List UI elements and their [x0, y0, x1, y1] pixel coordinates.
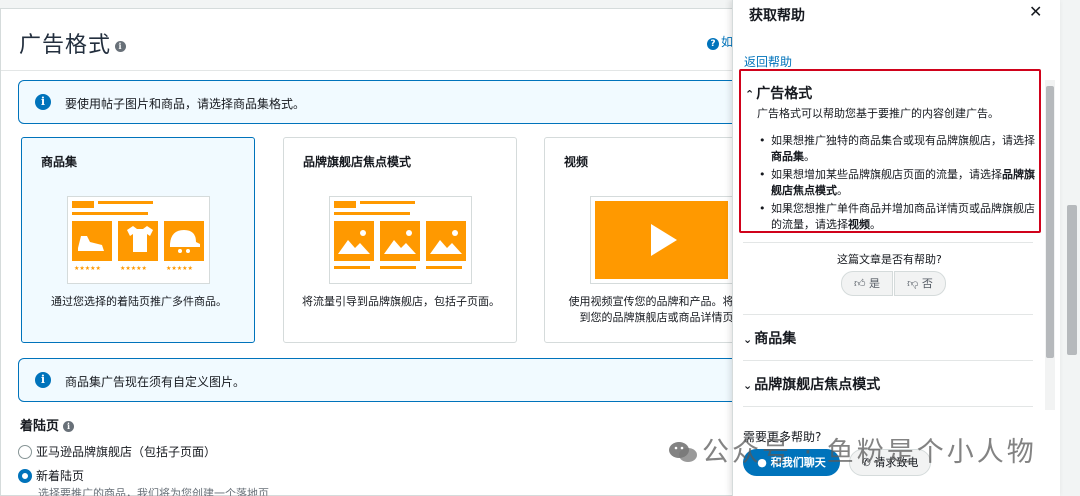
divider — [743, 314, 1033, 315]
help-panel: 获取帮助 ✕ 返回帮助 ⌃ 广告格式 广告格式可以帮助您基于要推广的内容创建广告。… — [732, 0, 1060, 496]
format-title: 视频 — [564, 155, 589, 169]
info-icon[interactable]: i — [63, 421, 75, 432]
radio-new-landing-page[interactable]: 新着陆页 — [18, 467, 84, 484]
divider — [743, 242, 1033, 243]
format-card-product-collection[interactable]: 商品集 ★★★★★ ★★★★★ ★★★★★ 通过您选择的着陆页推广多件商品。 — [21, 137, 255, 343]
help-icon: ? — [707, 38, 719, 50]
help-section-ad-format: ⌃广告格式 广告格式可以帮助您基于要推广的内容创建广告。 如果想推广独特的商品集… — [739, 69, 1041, 233]
svg-text:★★★★★: ★★★★★ — [120, 265, 147, 272]
help-scrollbar-thumb[interactable] — [1046, 86, 1054, 358]
back-to-help-link[interactable]: 返回帮助 — [744, 53, 792, 70]
divider — [743, 406, 1033, 407]
format-description: 通过您选择的着陆页推广多件商品。 — [51, 295, 227, 308]
radio-button[interactable] — [18, 445, 32, 459]
page-scrollbar-thumb[interactable] — [1067, 205, 1077, 355]
video-illustration — [590, 196, 733, 284]
landing-page-label: 着陆页 i — [20, 415, 75, 434]
alert-text: 商品集广告现在须有自定义图片。 — [65, 375, 246, 389]
close-icon[interactable]: ✕ — [1029, 2, 1042, 21]
thumbs-down-icon: 👎︎ — [907, 277, 919, 290]
alert-text: 要使用帖子图片和商品，请选择商品集格式。 — [65, 97, 306, 111]
section-header-store-spotlight[interactable]: ⌄ 品牌旗舰店焦点模式 — [743, 374, 880, 394]
list-item: 如果想推广独特的商品集合或现有品牌旗舰店，请选择商品集。 — [757, 133, 1035, 165]
watermark: 公众号 · 鱼粉是个小人物 — [668, 430, 1037, 469]
wechat-icon — [669, 442, 697, 462]
info-icon: i — [35, 94, 51, 110]
page-title: 广告格式 i — [19, 27, 127, 59]
section-header-ad-format[interactable]: ⌃ 广告格式 — [745, 83, 812, 103]
format-title: 品牌旗舰店焦点模式 — [303, 155, 412, 169]
radio-sub-text: 选择要推广的商品，我们将为您创建一个落地页 — [38, 487, 269, 496]
product-collection-illustration: ★★★★★ ★★★★★ ★★★★★ — [67, 196, 210, 284]
list-item: 如果您想推广单件商品并增加商品详情页或品牌旗舰店的流量，请选择视频。 — [757, 201, 1035, 233]
feedback-no-button[interactable]: 👎︎ 否 — [894, 271, 946, 296]
section-bullet-list: 如果想推广独特的商品集合或现有品牌旗舰店，请选择商品集。 如果想增加某些品牌旗舰… — [757, 133, 1035, 235]
svg-text:★★★★★: ★★★★★ — [74, 265, 101, 272]
thumbs-up-icon: 👍︎ — [854, 277, 866, 290]
divider — [743, 360, 1033, 361]
section-intro: 广告格式可以帮助您基于要推广的内容创建广告。 — [757, 107, 999, 120]
chevron-down-icon: ⌄ — [743, 379, 753, 392]
store-spotlight-illustration — [329, 196, 472, 284]
radio-button-selected[interactable] — [18, 469, 32, 483]
feedback-question: 这篇文章是否有帮助? — [837, 253, 942, 266]
feedback-yes-button[interactable]: 👍︎ 是 — [841, 271, 893, 296]
svg-text:★★★★★: ★★★★★ — [166, 265, 193, 272]
info-icon: i — [35, 372, 51, 388]
info-icon[interactable]: i — [115, 40, 127, 52]
format-card-store-spotlight[interactable]: 品牌旗舰店焦点模式 将流量引导到品牌旗舰店，包括子页面。 — [283, 137, 517, 343]
chevron-down-icon: ⌄ — [743, 333, 753, 346]
list-item: 如果想增加某些品牌旗舰店页面的流量，请选择品牌旗舰店焦点模式。 — [757, 167, 1035, 199]
chevron-up-icon: ⌃ — [745, 88, 755, 101]
section-header-product-collection[interactable]: ⌄ 商品集 — [743, 328, 796, 348]
format-title: 商品集 — [41, 155, 78, 169]
format-description: 将流量引导到品牌旗舰店，包括子页面。 — [302, 295, 500, 308]
radio-brand-store[interactable]: 亚马逊品牌旗舰店（包括子页面） — [18, 443, 216, 460]
help-panel-title: 获取帮助 — [749, 8, 805, 24]
how-to-link[interactable]: ? 如 — [707, 33, 733, 50]
